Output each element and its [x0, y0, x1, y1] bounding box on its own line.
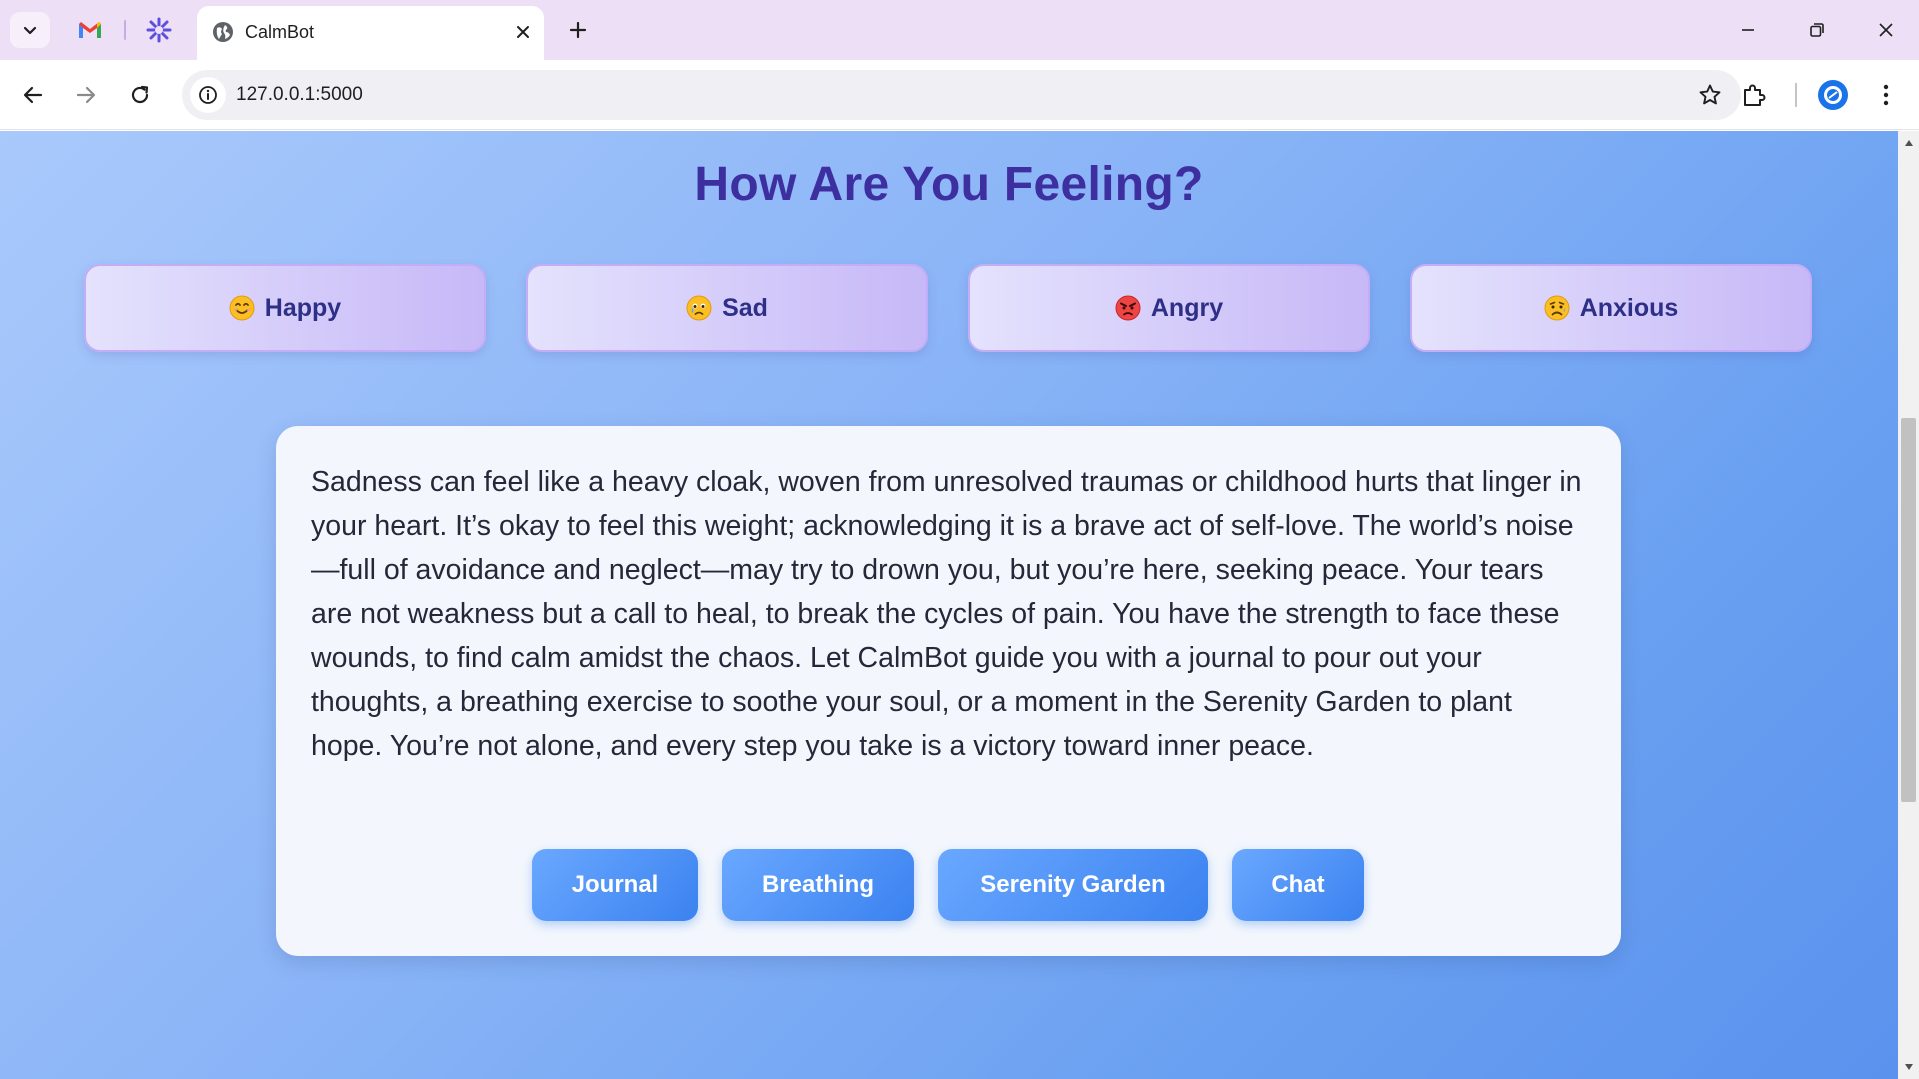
scroll-down-button[interactable]: [1898, 1055, 1919, 1079]
pinned-tab-app[interactable]: [137, 12, 181, 48]
tab-title: CalmBot: [245, 22, 315, 42]
triangle-down-icon: [1904, 1064, 1913, 1070]
browser-menu-button[interactable]: [1866, 75, 1906, 115]
chevron-down-icon: [23, 26, 37, 35]
tab-close-button[interactable]: [509, 18, 537, 46]
mood-button-anxious[interactable]: Anxious: [1410, 264, 1812, 352]
page-viewport: How Are You Feeling? Happy Sad Angry Anx…: [0, 131, 1898, 1079]
scroll-up-button[interactable]: [1898, 131, 1919, 155]
tab-strip: CalmBot: [0, 0, 1919, 60]
mood-button-angry[interactable]: Angry: [968, 264, 1370, 352]
address-bar[interactable]: 127.0.0.1:5000: [182, 70, 1741, 120]
mood-label: Anxious: [1579, 293, 1679, 322]
tab-search-button[interactable]: [10, 12, 50, 48]
toolbar-separator: [1795, 83, 1797, 107]
bookmark-button[interactable]: [1695, 80, 1725, 110]
globe-icon: [213, 22, 233, 42]
journal-button[interactable]: Journal: [532, 849, 698, 921]
restore-icon: [1810, 23, 1824, 37]
serenity-garden-button[interactable]: Serenity Garden: [938, 849, 1208, 921]
action-buttons: Journal Breathing Serenity Garden Chat: [276, 849, 1621, 921]
gmail-icon: [79, 22, 101, 38]
extensions-button[interactable]: [1734, 75, 1774, 115]
minimize-icon: [1742, 29, 1754, 31]
new-tab-button[interactable]: [560, 12, 596, 48]
scrollbar-thumb[interactable]: [1901, 418, 1916, 802]
star-icon: [1699, 84, 1721, 105]
angry-emoji-icon: [1115, 295, 1141, 321]
profile-button[interactable]: [1813, 75, 1853, 115]
reload-icon: [131, 85, 149, 104]
avatar: [1818, 80, 1848, 110]
close-icon: [517, 26, 529, 38]
pinned-tab-gmail[interactable]: [68, 12, 112, 48]
site-info-button[interactable]: [190, 77, 226, 113]
sad-emoji-icon: [686, 295, 712, 321]
arrow-left-icon: [23, 86, 43, 104]
plus-icon: [569, 21, 587, 39]
info-icon: [199, 86, 217, 104]
mood-selector: Happy Sad Angry Anxious: [84, 264, 1814, 352]
response-message: Sadness can feel like a heavy cloak, wov…: [311, 466, 1582, 762]
minimize-button[interactable]: [1720, 8, 1776, 52]
back-button[interactable]: [13, 75, 53, 115]
tab-calmbot[interactable]: CalmBot: [197, 6, 544, 60]
mood-button-happy[interactable]: Happy: [84, 264, 486, 352]
close-icon: [1879, 23, 1893, 37]
close-window-button[interactable]: [1858, 8, 1914, 52]
breathing-button[interactable]: Breathing: [722, 849, 914, 921]
response-card: Sadness can feel like a heavy cloak, wov…: [276, 426, 1621, 956]
mood-label: Sad: [722, 293, 768, 322]
smile-emoji-icon: [229, 295, 255, 321]
page-title: How Are You Feeling?: [694, 158, 1204, 211]
mood-label: Angry: [1150, 293, 1224, 322]
browser-toolbar: 127.0.0.1:5000: [0, 60, 1919, 130]
puzzle-icon: [1744, 84, 1766, 106]
url-text[interactable]: 127.0.0.1:5000: [236, 84, 363, 106]
mood-button-sad[interactable]: Sad: [526, 264, 928, 352]
arrow-right-icon: [76, 86, 96, 104]
forward-button[interactable]: [66, 75, 106, 115]
kebab-menu-icon: [1883, 84, 1889, 106]
anxious-emoji-icon: [1544, 295, 1570, 321]
reload-button[interactable]: [120, 75, 160, 115]
tab-separator: [124, 20, 126, 40]
restore-button[interactable]: [1789, 8, 1845, 52]
asterisk-app-icon: [146, 17, 172, 43]
chat-button[interactable]: Chat: [1232, 849, 1364, 921]
mood-label: Happy: [264, 293, 342, 322]
triangle-up-icon: [1904, 140, 1913, 146]
